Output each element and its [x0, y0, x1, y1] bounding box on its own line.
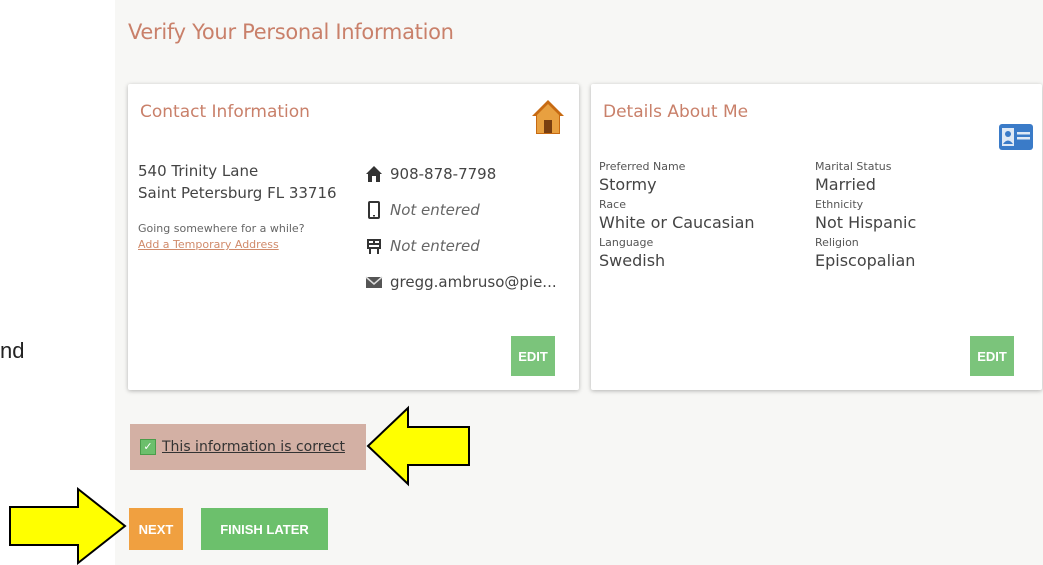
- mobile-number: Not entered: [390, 201, 480, 219]
- details-grid: Preferred Name Stormy Marital Status Mar…: [599, 160, 1015, 274]
- id-card-icon: [999, 124, 1033, 150]
- partial-slide-text: nd: [0, 338, 25, 363]
- mobile-icon: [365, 201, 383, 219]
- details-about-me-card: Details About Me Preferred Name Stormy M…: [591, 84, 1042, 390]
- next-button[interactable]: NEXT: [129, 508, 183, 550]
- fax-row: Not entered: [365, 228, 557, 264]
- page-title: Verify Your Personal Information: [128, 20, 454, 44]
- contact-card-title: Contact Information: [140, 102, 310, 122]
- field-label: Preferred Name: [599, 160, 686, 173]
- address-line-1: 540 Trinity Lane: [138, 162, 259, 180]
- temporary-address-question: Going somewhere for a while?: [138, 222, 305, 235]
- field-label: Race: [599, 198, 626, 211]
- field-value: Not Hispanic: [815, 213, 917, 232]
- information-correct-confirm[interactable]: ✓ This information is correct: [130, 424, 366, 470]
- field-ethnicity: Ethnicity Not Hispanic: [815, 198, 1015, 236]
- home-icon: [532, 100, 564, 134]
- field-marital-status: Marital Status Married: [815, 160, 1015, 198]
- finish-later-button[interactable]: FINISH LATER: [201, 508, 328, 550]
- email-address: gregg.ambruso@pie...: [390, 273, 557, 291]
- yellow-arrow-annotation-confirm: [366, 405, 470, 487]
- checkmark-icon[interactable]: ✓: [140, 439, 156, 455]
- yellow-arrow-annotation-next: [9, 487, 127, 565]
- fax-number: Not entered: [390, 237, 480, 255]
- postal-address: 540 Trinity Lane Saint Petersburg FL 337…: [138, 160, 337, 204]
- edit-contact-button[interactable]: EDIT: [511, 336, 555, 376]
- contact-information-card: Contact Information 540 Trinity Lane Sai…: [128, 84, 579, 390]
- edit-details-button[interactable]: EDIT: [970, 336, 1014, 376]
- add-temporary-address-link[interactable]: Add a Temporary Address: [138, 238, 279, 251]
- fax-icon: [365, 237, 383, 255]
- field-value: White or Caucasian: [599, 213, 755, 232]
- field-preferred-name: Preferred Name Stormy: [599, 160, 815, 198]
- details-card-title: Details About Me: [603, 102, 749, 122]
- field-value: Episcopalian: [815, 251, 916, 270]
- field-label: Religion: [815, 236, 859, 249]
- confirm-label[interactable]: This information is correct: [162, 439, 345, 455]
- field-value: Swedish: [599, 251, 666, 270]
- field-religion: Religion Episcopalian: [815, 236, 1015, 274]
- field-label: Ethnicity: [815, 198, 864, 211]
- phone-row: 908-878-7798: [365, 156, 557, 192]
- mobile-row: Not entered: [365, 192, 557, 228]
- contact-methods-list: 908-878-7798 Not entered Not entered gre…: [365, 156, 557, 300]
- field-race: Race White or Caucasian: [599, 198, 815, 236]
- phone-icon: [365, 165, 383, 183]
- field-label: Marital Status: [815, 160, 892, 173]
- address-line-2: Saint Petersburg FL 33716: [138, 184, 337, 202]
- field-value: Stormy: [599, 175, 657, 194]
- field-value: Married: [815, 175, 876, 194]
- email-row: gregg.ambruso@pie...: [365, 264, 557, 300]
- field-label: Language: [599, 236, 654, 249]
- email-icon: [365, 273, 383, 291]
- phone-number: 908-878-7798: [390, 165, 497, 183]
- field-language: Language Swedish: [599, 236, 815, 274]
